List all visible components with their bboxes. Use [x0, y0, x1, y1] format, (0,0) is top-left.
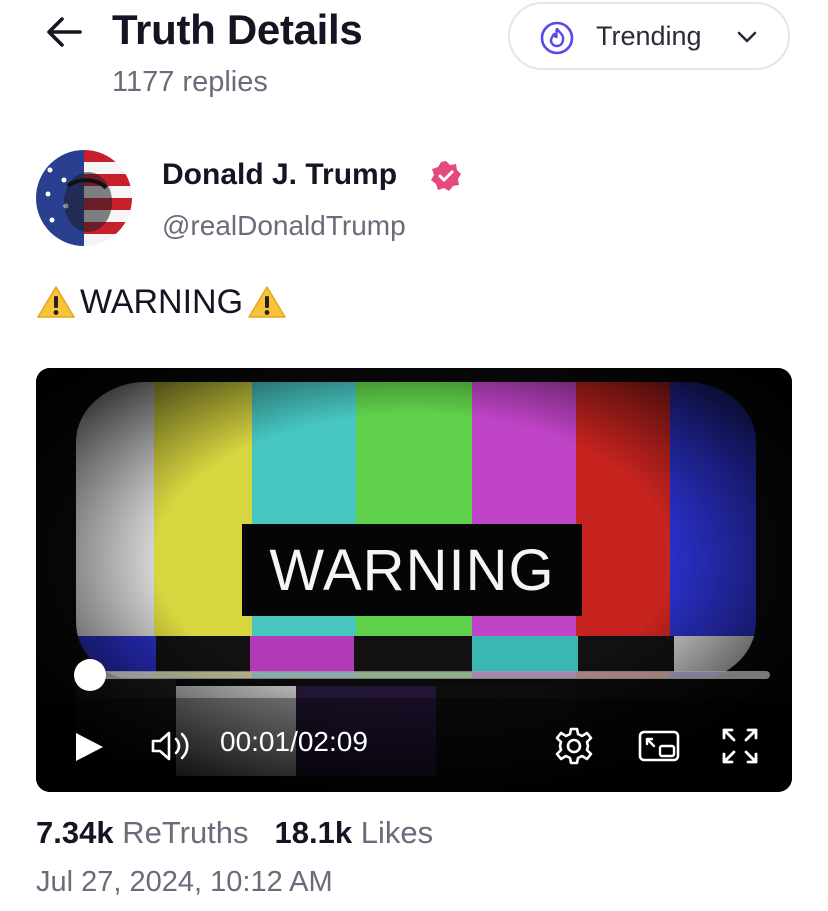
progress-handle[interactable]	[74, 659, 106, 691]
current-time: 00:01	[220, 726, 291, 757]
author-name[interactable]: Donald J. Trump	[162, 158, 397, 192]
duration: 02:09	[297, 726, 368, 757]
gear-icon[interactable]	[554, 726, 594, 766]
post-timestamp: Jul 27, 2024, 10:12 AM	[36, 866, 333, 898]
volume-icon[interactable]	[150, 728, 196, 764]
retruths-label: ReTruths	[122, 815, 249, 850]
page-title: Truth Details	[112, 6, 363, 53]
replies-count: 1177 replies	[112, 66, 268, 98]
author-handle[interactable]: @realDonaldTrump	[162, 210, 406, 242]
video-time: 00:01/02:09	[220, 726, 368, 758]
play-icon[interactable]	[72, 730, 106, 764]
video-caption-box: WARNING	[242, 524, 582, 616]
chevron-down-icon	[737, 31, 757, 43]
picture-in-picture-icon[interactable]	[638, 730, 680, 762]
retruths-stat[interactable]: 7.34k ReTruths	[36, 815, 249, 850]
time-separator: /	[290, 726, 298, 757]
post-author: Donald J. Trump @realDonaldTrump	[36, 150, 796, 250]
video-player[interactable]: WARNING 00:01/02:09	[36, 368, 792, 792]
likes-stat[interactable]: 18.1k Likes	[275, 815, 434, 850]
flame-icon	[540, 21, 574, 55]
retruths-count: 7.34k	[36, 815, 114, 850]
sort-label: Trending	[596, 21, 702, 51]
post-body: WARNING	[36, 278, 287, 326]
verified-badge-icon	[431, 161, 461, 191]
video-caption: WARNING	[269, 537, 555, 603]
warning-icon	[37, 286, 75, 318]
post-text: WARNING	[80, 282, 244, 321]
back-arrow-icon[interactable]	[44, 14, 84, 50]
fullscreen-icon[interactable]	[720, 726, 760, 766]
page-header: Truth Details 1177 replies Trending	[0, 0, 828, 120]
post-stats: 7.34k ReTruths 18.1k Likes	[36, 815, 459, 851]
progress-bar[interactable]	[74, 659, 770, 691]
likes-count: 18.1k	[274, 815, 353, 850]
warning-icon	[248, 286, 286, 318]
avatar[interactable]	[36, 150, 132, 246]
likes-label: Likes	[360, 815, 434, 850]
sort-dropdown[interactable]: Trending	[508, 2, 790, 70]
